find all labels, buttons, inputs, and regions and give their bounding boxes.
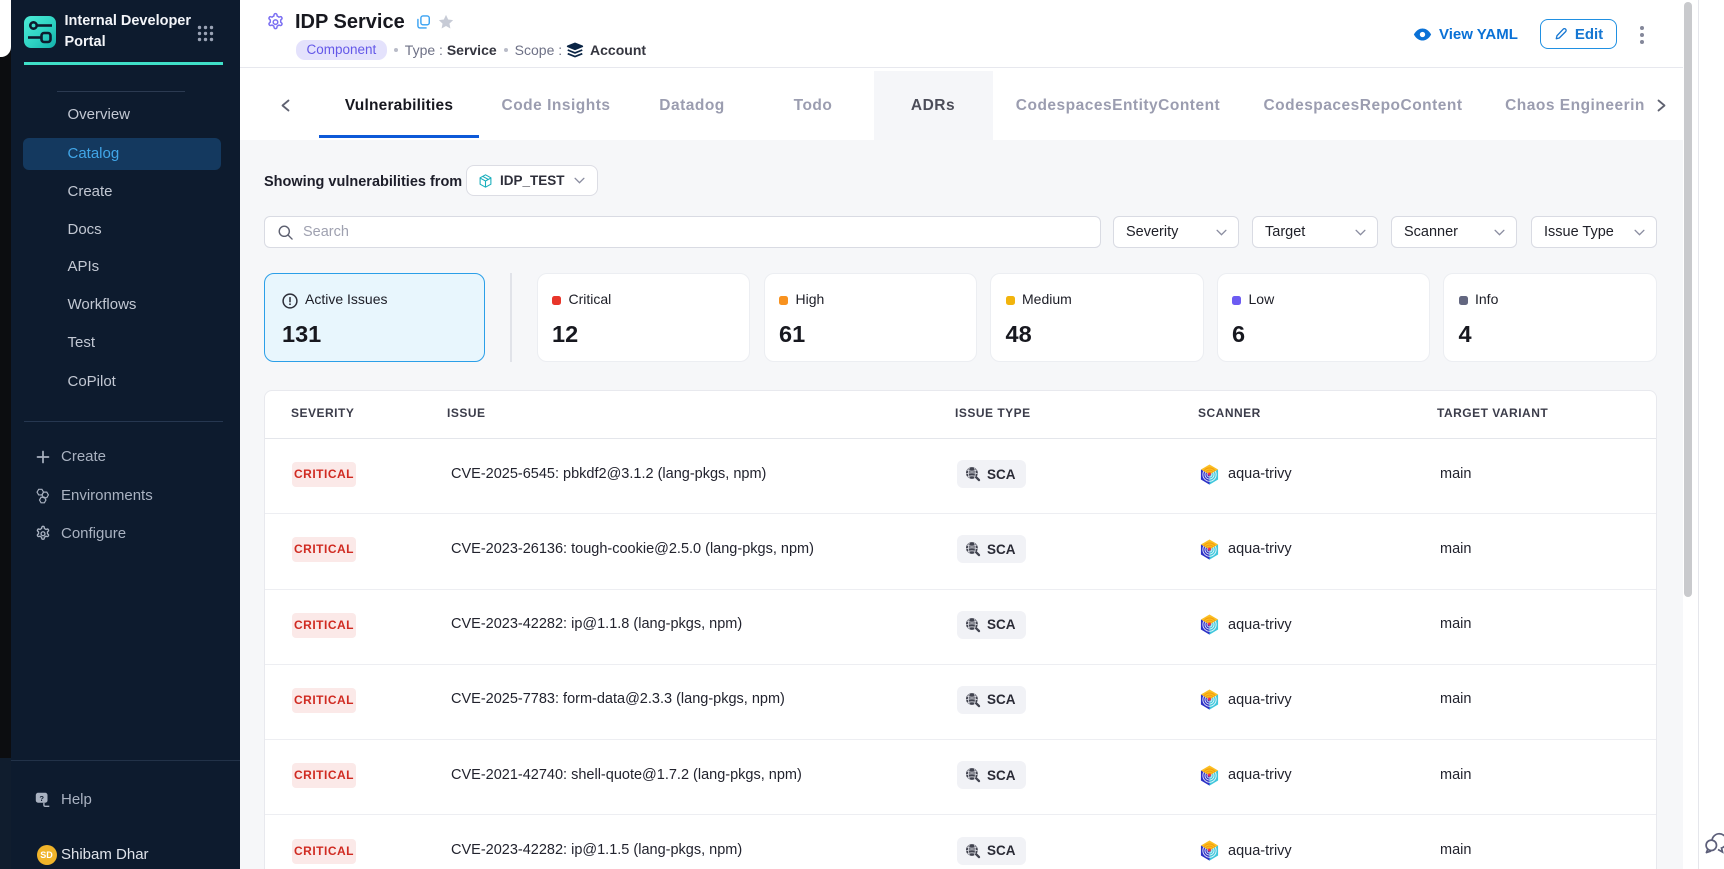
svg-text:?: ?	[39, 794, 44, 803]
